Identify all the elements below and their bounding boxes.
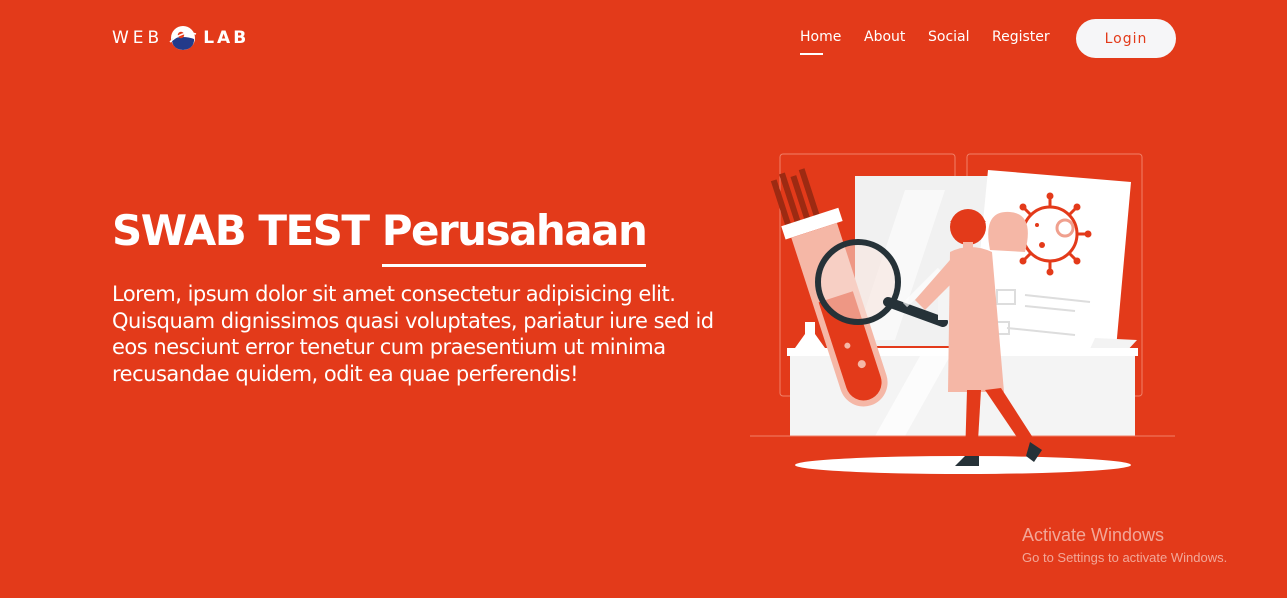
- watermark-subtitle: Go to Settings to activate Windows.: [1022, 550, 1228, 565]
- hero-title: SWAB TEST Perusahaan: [112, 206, 648, 255]
- nav-register-link[interactable]: Register: [992, 29, 1050, 45]
- hero-title-highlight: Perusahaan: [381, 206, 648, 255]
- nav-home-link[interactable]: Home: [800, 29, 841, 55]
- login-button[interactable]: Login: [1076, 19, 1176, 58]
- windows-activation-watermark: Activate Windows Go to Settings to activ…: [1022, 525, 1227, 565]
- brand-logo[interactable]: WEB LAB: [112, 24, 249, 52]
- lab-scientist-illustration: [750, 153, 1175, 474]
- hero-description: Lorem, ipsum dolor sit amet consectetur …: [112, 282, 714, 386]
- nav-about-link[interactable]: About: [864, 29, 905, 45]
- planet-logo-icon: [169, 26, 197, 50]
- nav-social-link[interactable]: Social: [928, 29, 970, 45]
- brand-left-text: WEB: [112, 28, 164, 48]
- watermark-title: Activate Windows: [1022, 525, 1165, 545]
- hero-title-plain: SWAB TEST: [112, 206, 370, 255]
- brand-right-text: LAB: [203, 28, 250, 48]
